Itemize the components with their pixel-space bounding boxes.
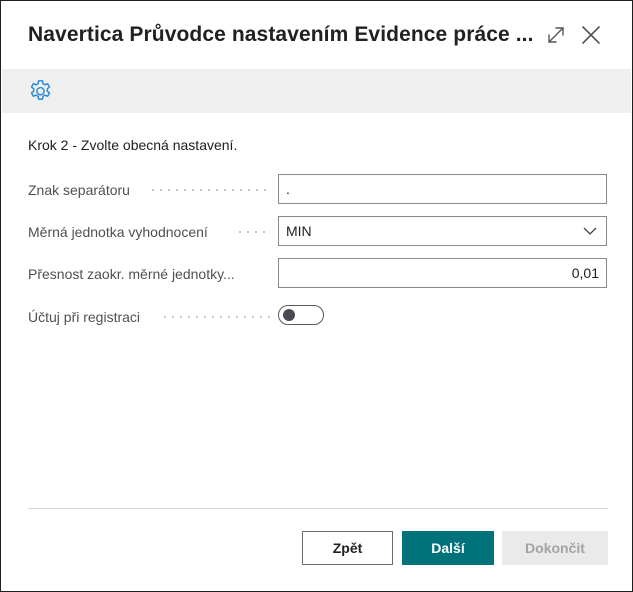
next-button[interactable]: Další <box>402 531 494 565</box>
dialog-title: Navertica Průvodce nastavením Evidence p… <box>28 23 534 46</box>
unit-select-value: MIN <box>286 223 312 239</box>
footer-divider <box>28 508 608 509</box>
close-icon[interactable] <box>579 23 603 47</box>
leader-dots <box>149 189 271 191</box>
leader-dots <box>236 231 271 233</box>
unit-label: Měrná jednotka vyhodnocení <box>28 224 208 240</box>
leader-dots <box>161 316 271 318</box>
separator-input[interactable]: . <box>278 174 607 204</box>
unit-select[interactable]: MIN <box>278 216 607 246</box>
precision-label: Přesnost zaokr. měrné jednotky... <box>28 266 235 282</box>
wizard-dialog: Navertica Průvodce nastavením Evidence p… <box>0 0 633 592</box>
back-button[interactable]: Zpět <box>302 531 393 565</box>
gear-icon[interactable] <box>27 78 54 105</box>
toggle-knob <box>283 309 295 321</box>
finish-button: Dokončit <box>502 531 608 565</box>
action-bar <box>2 69 631 113</box>
post-on-register-label: Účtuj při registraci <box>28 309 141 325</box>
precision-input[interactable]: 0,01 <box>278 258 607 288</box>
separator-label: Znak separátoru <box>28 182 130 198</box>
expand-icon[interactable] <box>544 23 568 47</box>
chevron-down-icon <box>583 227 597 235</box>
step-instruction: Krok 2 - Zvolte obecná nastavení. <box>28 137 238 153</box>
post-on-register-toggle[interactable] <box>278 305 324 325</box>
